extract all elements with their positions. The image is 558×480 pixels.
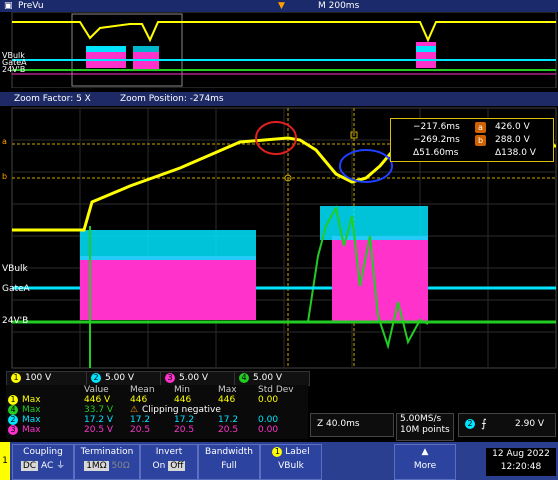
invert-on[interactable]: On bbox=[153, 461, 166, 471]
coupling-ac[interactable]: AC bbox=[41, 461, 53, 471]
chevron-up-icon: ▲ bbox=[421, 447, 429, 457]
record-length: 10M points bbox=[400, 425, 450, 435]
termination-1mohm[interactable]: 1MΩ bbox=[84, 461, 109, 471]
date: 12 Aug 2022 bbox=[492, 449, 550, 459]
label-menu[interactable]: 1 Label VBulk bbox=[260, 444, 322, 480]
bandwidth-menu[interactable]: Bandwidth Full bbox=[198, 444, 260, 480]
title-bar: ▣ PreVu ▼ M 200ms bbox=[0, 0, 558, 12]
channel-4-scale[interactable]: 4 5.00 V bbox=[234, 371, 310, 386]
trigger-slope-icon: ⨍ bbox=[481, 417, 487, 430]
cursor-a-time: −217.6ms bbox=[413, 122, 460, 132]
cursor-b-time: −269.2ms bbox=[413, 135, 460, 145]
main-label-24vb: 24V'B bbox=[2, 316, 29, 326]
warning-icon: ⚠ bbox=[130, 405, 139, 415]
acquisition-readout[interactable]: 5.00MS/s 10M points bbox=[396, 413, 454, 441]
trigger-channel: 2 bbox=[465, 419, 475, 429]
cursor-a-badge: a bbox=[475, 122, 486, 133]
clipping-note: Clipping negative bbox=[142, 405, 221, 415]
cursor-delta-value: Δ138.0 V bbox=[495, 148, 536, 158]
measurement-row[interactable]: 3 Max 20.5 V 20.5 20.5 20.5 0.00 bbox=[6, 425, 306, 435]
termination-menu[interactable]: Termination 1MΩ 50Ω bbox=[74, 444, 140, 480]
channel-scales: 1 100 V 2 5.00 V 3 5.00 V 4 5.00 V bbox=[6, 371, 310, 386]
coupling-menu[interactable]: Coupling DC AC ⏚ bbox=[12, 444, 74, 480]
bottom-menu: 1 Coupling DC AC ⏚ Termination 1MΩ 50Ω I… bbox=[0, 442, 558, 480]
time: 12:20:48 bbox=[500, 462, 542, 472]
invert-menu[interactable]: Invert On Off bbox=[140, 444, 198, 480]
measurement-row[interactable]: 4 Max 33.7 V ⚠ Clipping negative bbox=[6, 405, 306, 415]
channel-1-scale[interactable]: 1 100 V bbox=[6, 371, 88, 386]
channel-3-scale[interactable]: 3 5.00 V bbox=[160, 371, 236, 386]
overview-panel: VBulk GateA 24V'B bbox=[0, 0, 558, 88]
cursor-b-value: 288.0 V bbox=[495, 135, 530, 145]
cursor-delta-time: Δ51.60ms bbox=[413, 148, 459, 158]
more-button[interactable]: ▲ More bbox=[394, 444, 456, 480]
coupling-dc[interactable]: DC bbox=[20, 461, 39, 471]
overview-waveform bbox=[11, 12, 557, 88]
main-label-vbulk: VBulk bbox=[2, 264, 28, 274]
cursor-readout: −217.6ms a 426.0 V −269.2ms b 288.0 V Δ5… bbox=[390, 118, 554, 162]
measurement-table: Value Mean Min Max Std Dev 1 Max 446 V 4… bbox=[6, 385, 308, 439]
coupling-gnd[interactable]: ⏚ bbox=[56, 461, 65, 471]
measurement-header: Value Mean Min Max Std Dev bbox=[84, 385, 294, 395]
marker-a: a bbox=[2, 137, 7, 146]
app-title: PreVu bbox=[18, 1, 44, 11]
zoom-bar: Zoom Factor: 5 X Zoom Position: -274ms bbox=[0, 92, 558, 106]
trigger-readout[interactable]: 2 ⨍ 2.90 V bbox=[458, 413, 556, 437]
invert-off[interactable]: Off bbox=[168, 461, 186, 471]
cursor-b-badge: b bbox=[475, 135, 486, 146]
zoom-factor: Zoom Factor: 5 X bbox=[14, 94, 91, 104]
zoom-position: Zoom Position: -274ms bbox=[120, 94, 224, 104]
termination-50ohm[interactable]: 50Ω bbox=[111, 461, 129, 471]
marker-b: b bbox=[2, 172, 8, 181]
cursor-a-value: 426.0 V bbox=[495, 122, 530, 132]
channel-2-scale[interactable]: 2 5.00 V bbox=[86, 371, 162, 386]
preview-icon: ▣ bbox=[4, 1, 13, 11]
main-label-gatea: GateA bbox=[2, 284, 30, 294]
channel-indicator: 1 bbox=[0, 442, 10, 480]
measurement-row[interactable]: 1 Max 446 V 446 446 446 0.00 bbox=[6, 395, 306, 405]
clock: 12 Aug 2022 12:20:48 bbox=[486, 448, 556, 476]
zoom-time-readout[interactable]: Z 40.0ms bbox=[310, 413, 394, 437]
timebase-readout: M 200ms bbox=[318, 1, 360, 11]
trigger-position-icon: ▼ bbox=[278, 1, 285, 11]
measurement-row[interactable]: 2 Max 17.2 V 17.2 17.2 17.2 0.00 bbox=[6, 415, 306, 425]
sample-rate: 5.00MS/s bbox=[400, 414, 442, 424]
trigger-level: 2.90 V bbox=[515, 419, 545, 429]
overview-label-24vb: 24V'B bbox=[2, 65, 26, 74]
